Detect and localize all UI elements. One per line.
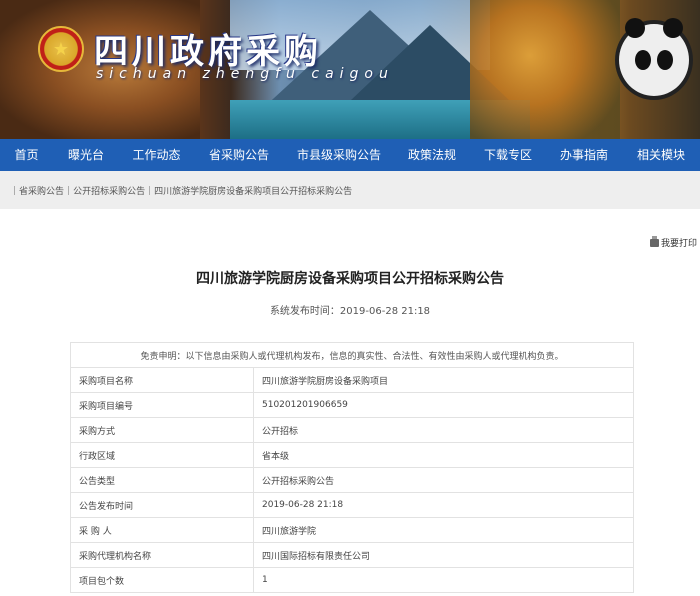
article-title: 四川旅游学院厨房设备采购项目公开招标采购公告 <box>196 271 504 287</box>
table-row: 采 购 人 四川旅游学院 <box>70 517 634 543</box>
table-row: 采购项目编号 510201201906659 <box>70 392 634 418</box>
nav-item-home[interactable]: 首页 <box>0 139 53 171</box>
row-value: 公开招标 <box>253 417 634 443</box>
row-value: 四川旅游学院厨房设备采购项目 <box>253 367 634 393</box>
row-value: 1 <box>253 567 634 593</box>
row-value: 510201201906659 <box>253 392 634 418</box>
nav-item-policies[interactable]: 政策法规 <box>394 139 470 171</box>
nav-item-provincial-notices[interactable]: 省采购公告 <box>194 139 284 171</box>
print-label: 我要打印 <box>661 239 698 249</box>
nav-item-guide[interactable]: 办事指南 <box>546 139 622 171</box>
nav-item-related-modules[interactable]: 相关模块 <box>622 139 700 171</box>
table-row: 采购方式 公开招标 <box>70 417 634 443</box>
breadcrumb-item-open-tender[interactable]: 公开招标采购公告 <box>73 184 145 197</box>
row-value: 省本级 <box>253 442 634 468</box>
row-value: 四川国际招标有限责任公司 <box>253 542 634 568</box>
publish-time: 系统发布时间：2019-06-28 21:18 <box>269 306 431 317</box>
row-key: 采购方式 <box>70 417 254 443</box>
row-value: 四川旅游学院 <box>253 517 634 543</box>
national-emblem-icon: ★ <box>38 26 84 72</box>
table-row: 项目包个数 1 <box>70 567 634 593</box>
printer-icon <box>650 235 659 247</box>
row-key: 采 购 人 <box>70 517 254 543</box>
row-key: 采购项目名称 <box>70 367 254 393</box>
table-row: 采购项目名称 四川旅游学院厨房设备采购项目 <box>70 367 634 393</box>
row-value: 公开招标采购公告 <box>253 467 634 493</box>
breadcrumb-item-current: 四川旅游学院厨房设备采购项目公开招标采购公告 <box>154 187 353 197</box>
breadcrumb-bar: | 省采购公告 | 公开招标采购公告 | 四川旅游学院厨房设备采购项目公开招标采… <box>0 171 700 209</box>
disclaimer-text: 免责申明：以下信息由采购人或代理机构发布，信息的真实性、合法性、有效性由采购人或… <box>70 342 634 368</box>
header-banner: ★ 四川政府采购 sichuan zhengfu caigou <box>0 0 700 139</box>
info-table: 免责申明：以下信息由采购人或代理机构发布，信息的真实性、合法性、有效性由采购人或… <box>70 342 634 593</box>
banner-panda-image <box>615 18 693 100</box>
nav-item-downloads[interactable]: 下载专区 <box>470 139 546 171</box>
row-key: 行政区域 <box>70 442 254 468</box>
row-key: 公告类型 <box>70 467 254 493</box>
breadcrumb: | 省采购公告 | 公开招标采购公告 | 四川旅游学院厨房设备采购项目公开招标采… <box>13 184 353 198</box>
print-button[interactable]: 我要打印 <box>650 235 698 249</box>
row-key: 公告发布时间 <box>70 492 254 518</box>
table-row: 公告发布时间 2019-06-28 21:18 <box>70 492 634 518</box>
breadcrumb-item-provincial[interactable]: 省采购公告 <box>19 184 64 197</box>
nav-item-work-news[interactable]: 工作动态 <box>119 139 194 171</box>
table-row: 采购代理机构名称 四川国际招标有限责任公司 <box>70 542 634 568</box>
main-nav: 首页 曝光台 工作动态 省采购公告 市县级采购公告 政策法规 下载专区 办事指南… <box>0 139 700 171</box>
site-subtitle: sichuan zhengfu caigou <box>96 66 394 82</box>
row-key: 采购项目编号 <box>70 392 254 418</box>
nav-item-city-county-notices[interactable]: 市县级采购公告 <box>284 139 394 171</box>
banner-autumn-trees-image <box>470 0 620 139</box>
table-row: 免责申明：以下信息由采购人或代理机构发布，信息的真实性、合法性、有效性由采购人或… <box>70 342 634 368</box>
row-key: 采购代理机构名称 <box>70 542 254 568</box>
nav-item-exposure[interactable]: 曝光台 <box>53 139 119 171</box>
row-value: 2019-06-28 21:18 <box>253 492 634 518</box>
table-row: 公告类型 公开招标采购公告 <box>70 467 634 493</box>
row-key: 项目包个数 <box>70 567 254 593</box>
table-row: 行政区域 省本级 <box>70 442 634 468</box>
